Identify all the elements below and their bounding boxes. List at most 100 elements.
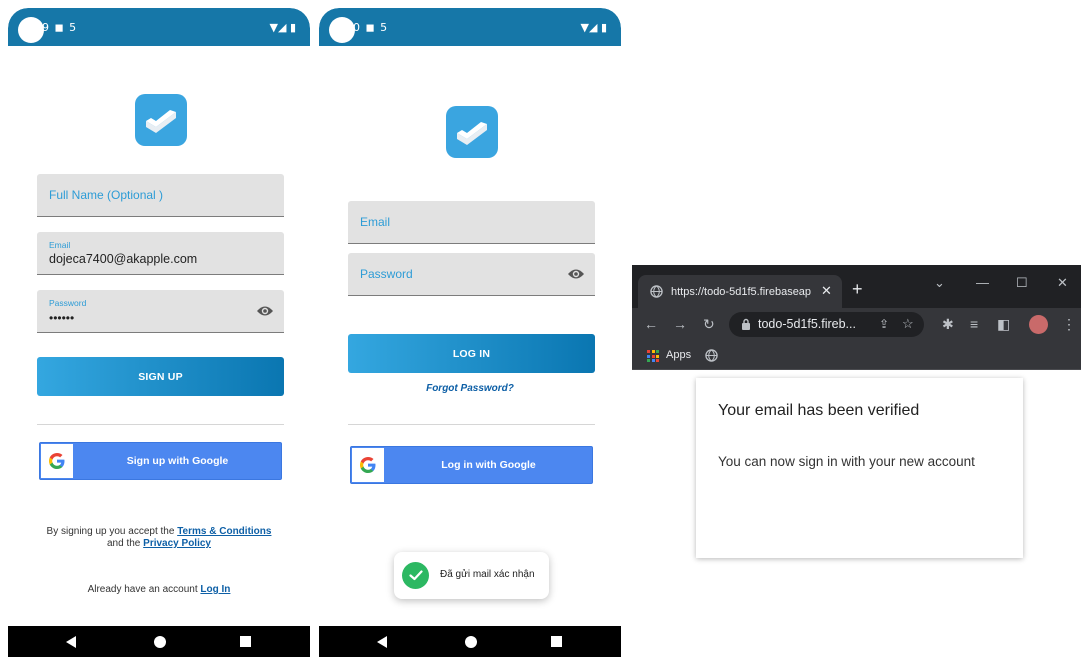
email-field[interactable]: Email dojeca7400@akapple.com [37,232,284,275]
back-icon[interactable] [66,636,76,648]
terms-middle: and the [107,538,144,549]
login-screen: 0 ◼ 5 ▼◢ ▮ Email Password LOG IN Forgot … [319,8,621,657]
show-password-eye-icon[interactable] [256,304,274,318]
apps-grid-dot [656,350,659,353]
app-logo-icon [446,106,498,158]
card-title: Your email has been verified [718,402,920,419]
android-nav-bar [8,626,310,657]
check-circle-icon [402,562,429,589]
password-placeholder: Password [360,267,413,281]
close-window-icon[interactable]: ✕ [1057,276,1068,290]
side-panel-icon[interactable]: ◧ [997,316,1010,332]
google-logo-box [41,444,73,478]
divider [348,424,595,425]
close-tab-icon[interactable]: ✕ [821,283,832,299]
recents-icon[interactable] [240,636,251,647]
screenshot-collage: 9 ◼ 5 ▼◢ ▮ Full Name (Optional ) Email d… [0,0,1081,657]
status-right-icons: ▼◢ ▮ [269,21,296,34]
status-left-icons: 9 ◼ 5 [42,21,78,34]
reload-icon[interactable]: ↻ [703,316,715,332]
status-right-icons: ▼◢ ▮ [580,21,607,34]
login-prompt: Already have an account Log In [8,584,310,595]
full-name-placeholder: Full Name (Optional ) [49,188,164,202]
extensions-puzzle-icon[interactable]: ✱ [942,316,954,332]
email-field[interactable]: Email [348,201,595,244]
reading-list-icon[interactable]: ≡ [970,316,978,332]
full-name-field[interactable]: Full Name (Optional ) [37,174,284,217]
signup-screen: 9 ◼ 5 ▼◢ ▮ Full Name (Optional ) Email d… [8,8,310,657]
google-g-icon [49,453,65,469]
divider [37,424,284,425]
tab-strip: https://todo-5d1f5.firebaseapp ✕ + ⌄ — ☐… [632,265,1081,308]
verification-card: Your email has been verified You can now… [696,378,1023,558]
tab-title: https://todo-5d1f5.firebaseapp [671,286,811,298]
google-login-label: Log in with Google [441,459,536,471]
apps-grid-dot [656,354,659,358]
password-label: Password [49,298,87,308]
terms-prefix: By signing up you accept the [46,526,178,537]
apps-grid-dot [647,354,650,358]
toast-message: Đã gửi mail xác nhận [440,569,535,580]
card-message: You can now sign in with your new accoun… [718,454,975,469]
google-signup-label: Sign up with Google [126,455,229,467]
apps-grid-dot [651,359,655,362]
email-sent-toast: Đã gửi mail xác nhận [394,552,549,599]
back-arrow-icon[interactable]: ← [644,316,658,332]
recents-icon[interactable] [551,636,562,647]
signup-button[interactable]: SIGN UP [37,357,284,396]
terms-link[interactable]: Terms & Conditions [177,526,271,537]
apps-grid-icon[interactable] [647,350,659,362]
browser-toolbar: ← → ↻ todo-5d1f5.fireb... ⇪ ☆ ✱ ≡ ◧ ⋮ [632,308,1081,341]
new-tab-button[interactable]: + [852,280,863,298]
show-password-eye-icon[interactable] [567,267,585,281]
email-placeholder: Email [360,215,391,229]
forgot-password-link[interactable]: Forgot Password? [319,383,621,394]
profile-avatar[interactable] [1029,315,1048,334]
back-icon[interactable] [377,636,387,648]
google-g-icon [360,457,376,473]
app-logo-icon [135,94,187,146]
minimize-icon[interactable]: — [976,276,989,290]
password-field[interactable]: Password •••••• [37,290,284,333]
home-icon[interactable] [154,636,166,648]
apps-grid-dot [647,359,650,362]
google-login-button[interactable]: Log in with Google [350,446,593,484]
apps-bookmark[interactable]: Apps [666,349,691,361]
apps-grid-dot [651,354,655,358]
url-text: todo-5d1f5.fireb... [758,317,856,331]
google-signup-button[interactable]: Sign up with Google [39,442,282,480]
globe-bookmark-icon[interactable] [705,349,718,362]
status-bar: 0 ◼ 5 ▼◢ ▮ [319,8,621,46]
bookmarks-bar: Apps [632,341,1081,370]
maximize-icon[interactable]: ☐ [1016,276,1028,290]
status-bar: 9 ◼ 5 ▼◢ ▮ [8,8,310,46]
status-left-icons: 0 ◼ 5 [353,21,389,34]
tab-search-icon[interactable]: ⌄ [934,276,945,290]
active-tab[interactable]: https://todo-5d1f5.firebaseapp ✕ [638,275,842,308]
privacy-link[interactable]: Privacy Policy [143,538,211,549]
email-value: dojeca7400@akapple.com [49,252,198,266]
android-nav-bar [319,626,621,657]
login-link[interactable]: Log In [200,584,230,595]
lock-icon [742,318,750,330]
password-field[interactable]: Password [348,253,595,296]
camera-cutout [18,17,44,43]
login-prompt-text: Already have an account [87,584,201,595]
email-label: Email [49,240,71,250]
google-logo-box [352,448,384,482]
globe-icon [650,285,663,298]
more-menu-icon[interactable]: ⋮ [1062,316,1076,332]
chrome-browser-window: https://todo-5d1f5.firebaseapp ✕ + ⌄ — ☐… [632,265,1081,657]
forward-arrow-icon[interactable]: → [673,316,687,332]
apps-grid-dot [656,359,659,362]
password-value: •••••• [49,311,75,325]
address-bar[interactable]: todo-5d1f5.fireb... ⇪ ☆ [729,312,924,337]
login-button[interactable]: LOG IN [348,334,595,373]
camera-cutout [329,17,355,43]
share-icon[interactable]: ⇪ [879,317,889,331]
apps-grid-dot [651,350,655,353]
terms-text: By signing up you accept the Terms & Con… [8,526,310,550]
apps-grid-dot [647,350,650,353]
home-icon[interactable] [465,636,477,648]
bookmark-star-icon[interactable]: ☆ [902,316,914,332]
